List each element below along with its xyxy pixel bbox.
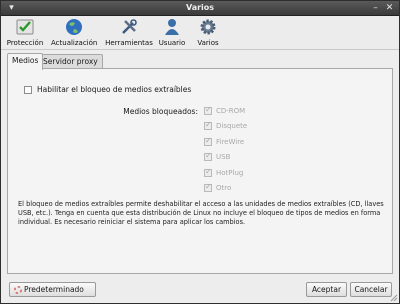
globe-icon [66, 19, 82, 35]
minimize-icon[interactable]: – [370, 3, 381, 14]
toolbar-item-herramientas[interactable]: Herramientas [105, 18, 153, 47]
title-bar[interactable]: ▾ Varios – ✕ [1, 1, 399, 16]
lifebuoy-icon [14, 286, 22, 294]
toolbar: Protección Actualización Herramientas Us… [1, 16, 399, 50]
tab-medios[interactable]: Medios [7, 53, 44, 70]
shield-check-icon [16, 19, 34, 35]
cancel-button[interactable]: Cancelar [350, 282, 392, 297]
media-label-firewire: FireWire [216, 137, 245, 146]
toolbar-item-label: Actualización [51, 39, 98, 47]
toolbar-item-label: Herramientas [105, 39, 153, 47]
blocked-media-list: CD-ROM Disquete FireWire USB HotPlug Otr… [204, 105, 248, 200]
description-text: El bloqueo de medios extraíbles permite … [18, 200, 384, 226]
enable-media-blocking-checkbox[interactable] [24, 85, 32, 94]
media-item-otro: Otro [204, 182, 247, 200]
blocked-media-label: Medios bloqueados: [123, 107, 198, 116]
tab-servidor-proxy[interactable]: Servidor proxy [38, 54, 103, 69]
media-label-cdrom: CD-ROM [216, 106, 246, 115]
window-title: Varios [185, 3, 215, 12]
enable-media-blocking-row[interactable]: Habilitar el bloqueo de medios extraíble… [24, 85, 191, 94]
enable-media-blocking-label: Habilitar el bloqueo de medios extraíble… [37, 85, 192, 94]
media-checkbox-hotplug [204, 167, 212, 177]
user-icon [165, 19, 179, 35]
default-button-label: Predeterminado [24, 285, 84, 294]
toolbar-item-actualizacion[interactable]: Actualización [51, 18, 97, 47]
media-checkbox-otro [204, 182, 212, 192]
medios-panel: Habilitar el bloqueo de medios extraíble… [7, 68, 393, 274]
accept-button[interactable]: Aceptar [306, 282, 347, 297]
media-label-disquete: Disquete [216, 122, 248, 130]
tools-icon [122, 19, 137, 34]
toolbar-item-label: Protección [6, 39, 44, 47]
resize-grip-icon[interactable] [390, 294, 398, 302]
media-label-otro: Otro [216, 184, 232, 192]
media-checkbox-usb [204, 151, 212, 161]
media-checkbox-cdrom [204, 105, 212, 115]
toolbar-item-label: Usuario [158, 39, 186, 47]
media-checkbox-firewire [204, 136, 212, 146]
gear-icon [200, 19, 216, 35]
toolbar-item-varios[interactable]: Varios [195, 18, 221, 47]
media-label-usb: USB [216, 153, 231, 161]
media-label-hotplug: HotPlug [216, 168, 244, 177]
toolbar-item-proteccion[interactable]: Protección [5, 18, 45, 47]
toolbar-item-label: Varios [197, 39, 219, 47]
default-button[interactable]: Predeterminado [9, 282, 96, 297]
close-icon[interactable]: ✕ [384, 3, 395, 14]
dialog-window: ▾ Varios – ✕ Protección Actualización He… [0, 0, 400, 304]
toolbar-item-usuario[interactable]: Usuario [157, 18, 187, 47]
media-checkbox-disquete [204, 120, 212, 130]
